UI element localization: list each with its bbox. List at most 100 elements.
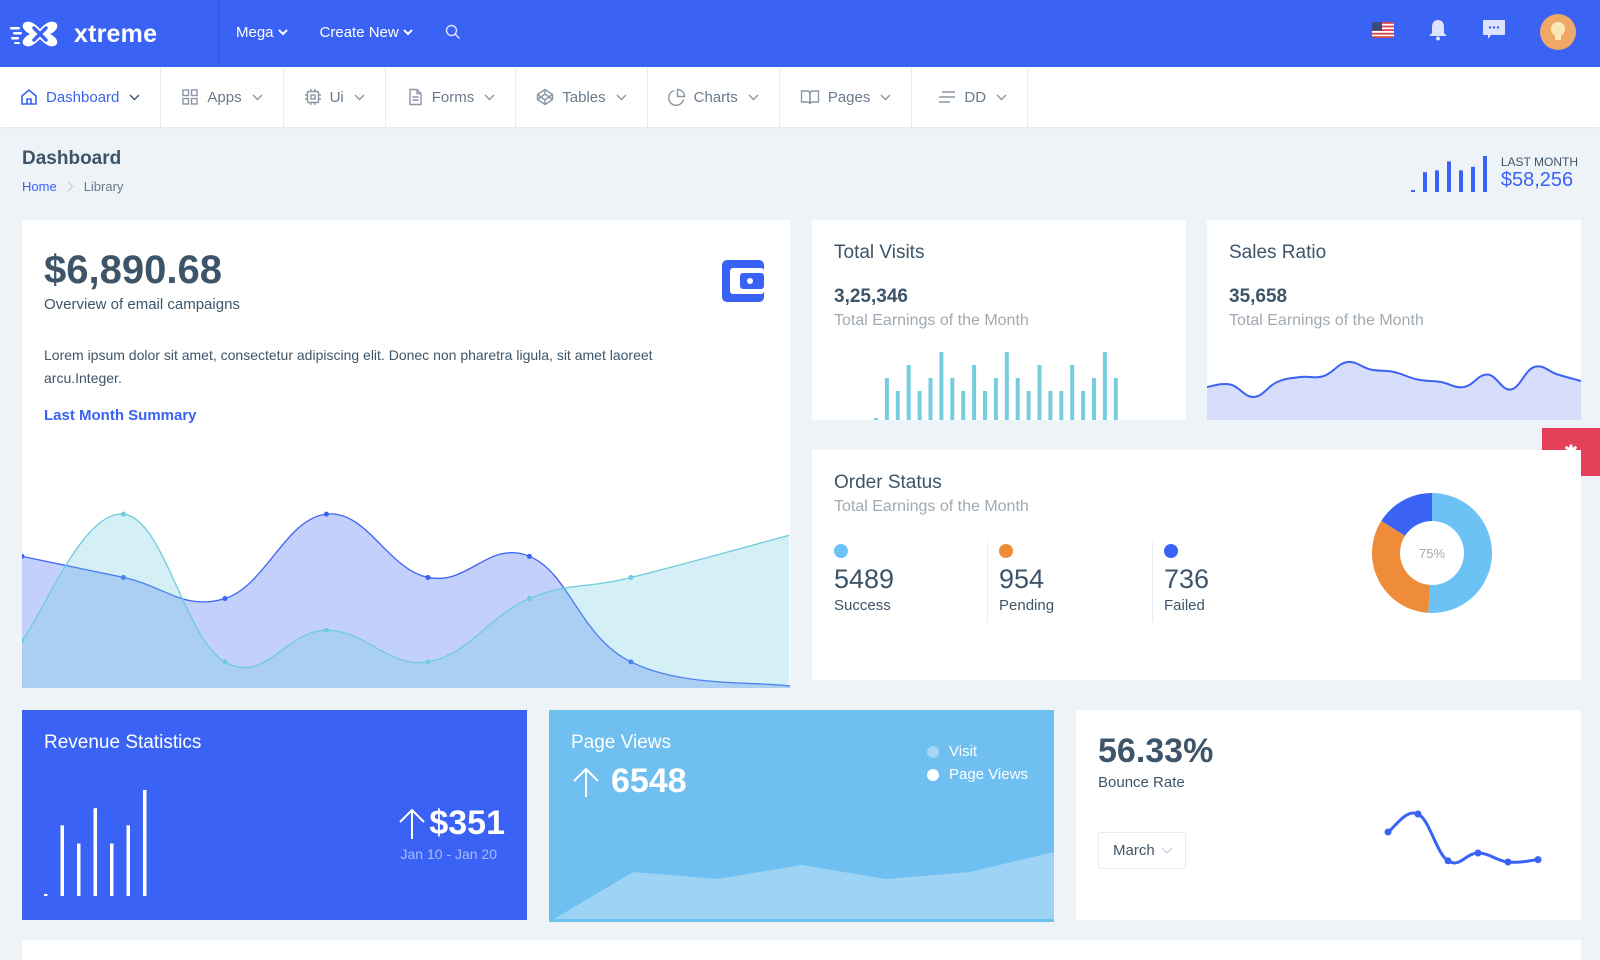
total-visits-bar-chart (874, 352, 1118, 420)
bounce-rate-card: 56.33% Bounce Rate March (1076, 710, 1581, 920)
bar (1004, 352, 1009, 420)
create-new-menu[interactable]: Create New (320, 24, 413, 41)
page-views-value-group: 6548 (571, 762, 687, 801)
arrow-up-icon (399, 808, 426, 839)
brand-logo[interactable]: xtreme (10, 16, 218, 52)
stat-value: 954 (999, 564, 1045, 594)
message-icon (1483, 19, 1505, 39)
menu-item-apps[interactable]: Apps (161, 67, 284, 127)
revenue-value-group: $351 (397, 804, 505, 843)
data-point (425, 574, 431, 580)
us-flag-icon (1372, 21, 1394, 38)
overview-card: $6,890.68 Overview of email campaigns Lo… (22, 220, 790, 688)
align-left-icon (939, 91, 956, 103)
divider (1152, 542, 1153, 622)
month-select[interactable]: March (1098, 832, 1186, 869)
data-point (1384, 828, 1392, 836)
book-open-icon (800, 90, 820, 105)
cpu-icon (304, 89, 321, 105)
overview-subtitle: Overview of email campaigns (44, 296, 240, 313)
pending-dot (999, 544, 1013, 558)
menu-item-tables[interactable]: Tables (516, 67, 648, 127)
stat-label: Pending (999, 597, 1055, 614)
bar (906, 365, 911, 420)
last-month-summary-link[interactable]: Last Month Summary (44, 407, 197, 424)
baseline (549, 919, 1054, 922)
order-status-subtitle: Total Earnings of the Month (834, 498, 1029, 515)
revenue-title: Revenue Statistics (44, 732, 202, 753)
codepen-icon (537, 88, 554, 106)
lightbulb-icon (1551, 22, 1565, 40)
data-point (222, 659, 228, 665)
bar (961, 391, 966, 420)
bar (1048, 391, 1053, 420)
bar (1102, 352, 1107, 420)
order-status-donut-chart: 75% (1372, 493, 1492, 613)
data-point (120, 511, 126, 517)
spark-bar (1422, 172, 1427, 192)
arrow-up-icon (573, 767, 599, 797)
bell-icon (1429, 19, 1447, 40)
legend-visit: Visit (927, 740, 1028, 763)
revenue-value: $351 (429, 804, 505, 842)
search-button[interactable] (445, 24, 461, 40)
user-avatar[interactable] (1540, 14, 1576, 50)
stat-value: 736 (1164, 564, 1210, 594)
page-views-value: 6548 (611, 762, 687, 800)
pie-chart-icon (667, 88, 685, 106)
menu-item-ui[interactable]: Ui (284, 67, 386, 127)
mega-menu[interactable]: Mega (236, 24, 288, 41)
bar (928, 378, 933, 420)
top-navbar: xtreme Mega Create New (0, 0, 1600, 67)
total-visits-subtitle: Total Earnings of the Month (834, 312, 1029, 329)
bar (1081, 391, 1086, 420)
bar (972, 365, 977, 420)
top-nav: Mega Create New (236, 0, 461, 64)
bar (1026, 391, 1031, 420)
stat-pending: 954 Pending (999, 544, 1054, 614)
menu-item-charts[interactable]: Charts (648, 67, 780, 127)
data-point (1444, 857, 1452, 865)
chevron-down-icon (1161, 847, 1173, 854)
sales-ratio-value: 35,658 (1229, 286, 1288, 307)
order-status-title: Order Status (834, 472, 942, 493)
legend-label: Page Views (949, 766, 1028, 783)
menu-label: Ui (329, 88, 344, 106)
next-card-edge (22, 940, 1581, 960)
last-month-summary: LAST MONTH $58,256 (1409, 152, 1578, 192)
notifications-button[interactable] (1428, 19, 1448, 46)
bar (44, 893, 48, 896)
messages-button[interactable] (1482, 19, 1506, 46)
bar (77, 843, 81, 896)
stat-success: 5489 Success (834, 544, 894, 614)
language-selector[interactable] (1372, 21, 1394, 43)
bar (1092, 378, 1096, 420)
data-point (1474, 849, 1482, 857)
total-visits-value: 3,25,346 (834, 286, 908, 307)
bar (939, 352, 944, 420)
chevron-down-icon (616, 94, 627, 100)
total-visits-card: Total Visits 3,25,346 Total Earnings of … (812, 220, 1186, 420)
menu-item-forms[interactable]: Forms (386, 67, 517, 127)
chevron-down-icon (252, 94, 263, 100)
file-text-icon (409, 88, 422, 106)
revenue-bar-chart (44, 790, 147, 896)
data-point (1504, 858, 1512, 866)
menu-item-pages[interactable]: Pages (780, 67, 913, 127)
menu-label: Apps (207, 88, 242, 106)
menu-item-dashboard[interactable]: Dashboard (0, 67, 162, 127)
legend-label: Visit (949, 743, 978, 760)
bar (60, 825, 64, 896)
chevron-down-icon (354, 94, 365, 100)
divider (218, 0, 219, 67)
spark-bar (1470, 166, 1475, 192)
donut-center-label: 75% (1419, 546, 1445, 561)
bounce-label: Bounce Rate (1098, 774, 1185, 791)
success-dot (834, 544, 848, 558)
bar (917, 391, 922, 420)
chevron-right-icon (67, 181, 74, 192)
chevron-down-icon (484, 94, 495, 100)
data-point (323, 627, 329, 633)
breadcrumb-home[interactable]: Home (22, 179, 57, 194)
menu-item-dd[interactable]: DD (912, 67, 1029, 127)
